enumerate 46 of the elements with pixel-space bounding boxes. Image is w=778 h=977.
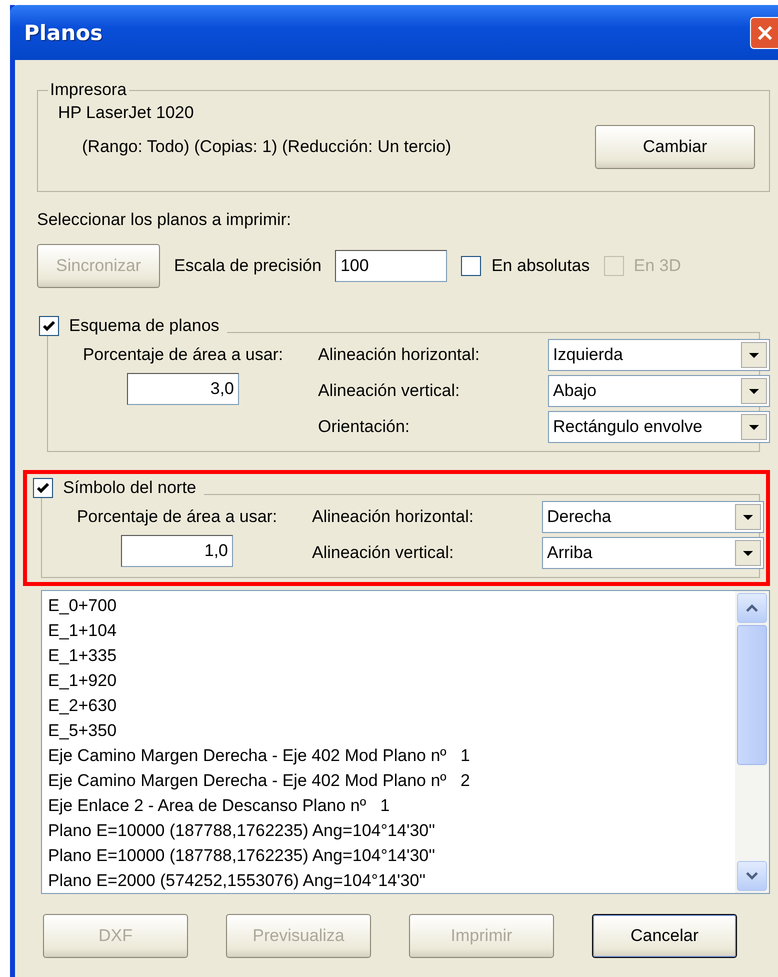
field-label: Alineación vertical: bbox=[312, 543, 455, 563]
change-button[interactable]: Cambiar bbox=[595, 125, 755, 169]
printer-name: HP LaserJet 1020 bbox=[58, 103, 195, 123]
close-button[interactable] bbox=[750, 16, 778, 48]
precision-label: Escala de precisión bbox=[174, 256, 322, 276]
dropdown-arrow-icon bbox=[748, 388, 760, 394]
scrollbar[interactable] bbox=[735, 591, 769, 893]
dropdown[interactable]: Rectángulo envolve bbox=[548, 411, 770, 443]
close-icon bbox=[756, 24, 774, 42]
list-item[interactable]: E_5+350 bbox=[48, 718, 729, 743]
list-item[interactable]: Plano E=10000 (187788,1762235) Ang=104°14'30'' bbox=[48, 843, 729, 868]
dropdown-arrow-icon bbox=[748, 352, 760, 358]
percent-label: Porcentaje de área a usar: bbox=[76, 507, 278, 527]
checkbox[interactable]: En absolutas bbox=[461, 256, 590, 276]
percent-field[interactable]: 1,0 bbox=[121, 535, 233, 567]
dropdown-arrow-icon bbox=[742, 550, 754, 556]
dropdown[interactable]: Arriba bbox=[542, 537, 764, 569]
window-title: Planos bbox=[24, 20, 103, 44]
checkmark-icon bbox=[36, 481, 50, 495]
group-label: Impresora bbox=[48, 80, 129, 100]
list-item[interactable]: E_0+700 bbox=[48, 593, 729, 618]
list-item[interactable]: Eje Camino Margen Derecha - Eje 402 Mod Plano nº 1 bbox=[48, 743, 729, 768]
list-item[interactable]: Plano E=2000 (574252,1553076) Ang=104°14'30'' bbox=[48, 868, 729, 893]
list-item[interactable]: Eje Camino Margen Derecha - Eje 402 Mod Plano nº 2 bbox=[48, 768, 729, 793]
list-item[interactable]: E_1+104 bbox=[48, 618, 729, 643]
dropdown[interactable]: Abajo bbox=[548, 375, 770, 407]
list-item[interactable]: Plano E=10000 (187788,1762235) Ang=104°14'30'' bbox=[48, 818, 729, 843]
field-label: Alineación vertical: bbox=[318, 381, 461, 401]
field-label: Orientación: bbox=[318, 417, 411, 437]
dropdown[interactable]: Izquierda bbox=[548, 339, 770, 371]
percent-label: Porcentaje de área a usar: bbox=[82, 345, 284, 365]
precision-field[interactable]: 100 bbox=[335, 250, 448, 282]
list-item[interactable]: E_2+630 bbox=[48, 693, 729, 718]
percent-field[interactable]: 3,0 bbox=[127, 373, 239, 405]
dropdown-arrow-icon bbox=[742, 514, 754, 520]
checkmark-icon bbox=[42, 319, 56, 333]
list-item[interactable]: Eje Enlace 2 - Area de Descanso Plano nº 1 bbox=[48, 793, 729, 818]
printer-details: (Rango: Todo) (Copias: 1) (Reducción: Un tercio) bbox=[82, 137, 452, 157]
list-item[interactable]: E_1+335 bbox=[48, 643, 729, 668]
select-label: Seleccionar los planos a imprimir: bbox=[37, 210, 292, 230]
dialog-button[interactable]: Cancelar bbox=[592, 914, 737, 958]
list-item[interactable]: E_1+920 bbox=[48, 668, 729, 693]
field-label: Alineación horizontal: bbox=[318, 345, 481, 365]
dropdown-arrow-icon bbox=[748, 424, 760, 430]
field-label: Alineación horizontal: bbox=[312, 507, 475, 527]
dropdown[interactable]: Derecha bbox=[542, 501, 764, 533]
